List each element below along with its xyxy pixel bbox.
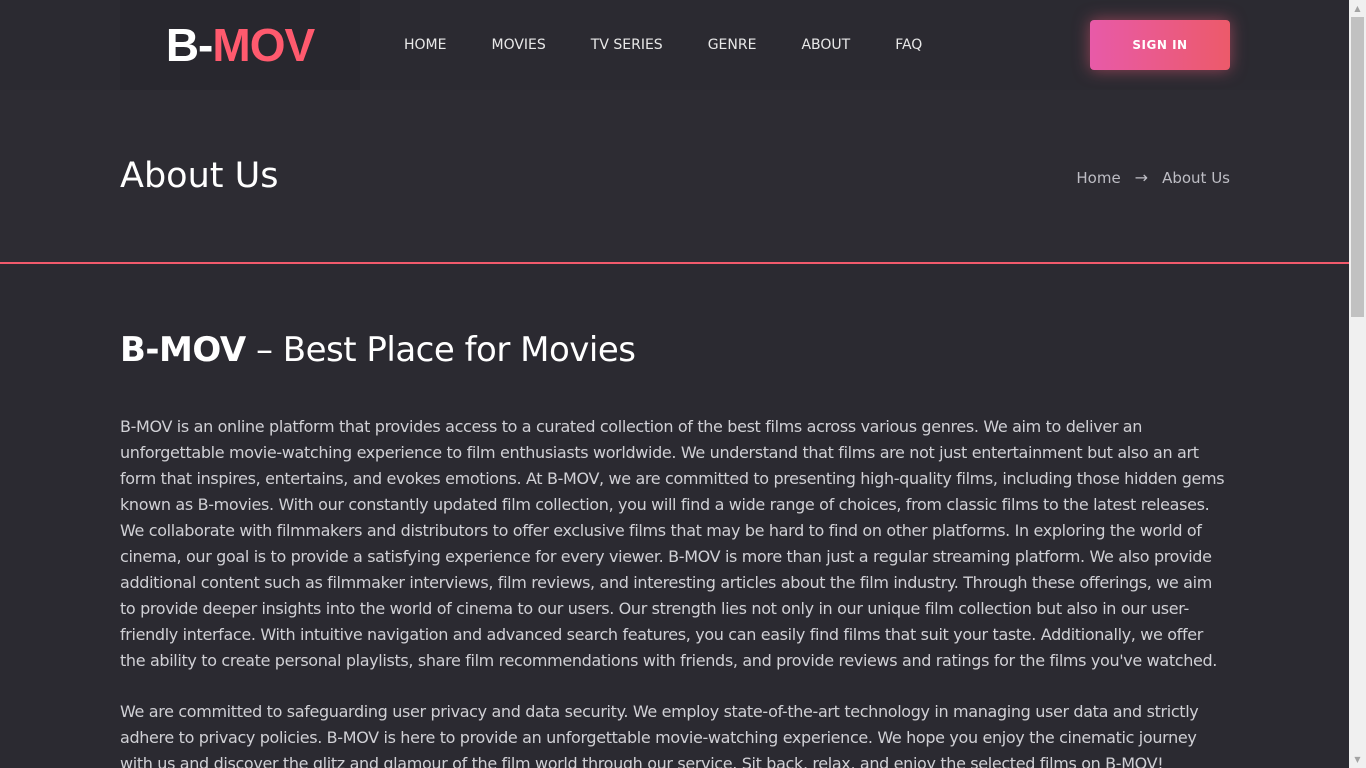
about-paragraph-1: B-MOV is an online platform that provide… [120, 417, 1225, 670]
scroll-down-icon[interactable]: ▼ [1349, 751, 1366, 768]
nav-movies[interactable]: MOVIES [491, 37, 545, 53]
sign-in-button[interactable]: SIGN IN [1090, 20, 1230, 70]
breadcrumb-home[interactable]: Home [1076, 169, 1120, 187]
content-headline: B-MOV – Best Place for Movies [120, 330, 1230, 370]
page-title: About Us [120, 156, 279, 196]
arrow-right-icon: → [1134, 168, 1149, 187]
logo-link[interactable]: B-MOV [120, 0, 360, 90]
nav-tv-series[interactable]: TV SERIES [591, 37, 663, 53]
brand-logo-part1: B- [165, 19, 214, 71]
nav-genre[interactable]: GENRE [708, 37, 757, 53]
headline-tagline: – Best Place for Movies [245, 330, 636, 370]
page-scrollbar[interactable]: ▲ ▼ [1349, 0, 1366, 768]
scroll-up-icon[interactable]: ▲ [1349, 0, 1366, 17]
nav-about[interactable]: ABOUT [801, 37, 850, 53]
brand-logo: B-MOV [165, 18, 315, 72]
headline-brand: B-MOV [120, 330, 246, 370]
nav-home[interactable]: HOME [404, 37, 446, 53]
about-paragraph-2: We are committed to safeguarding user pr… [120, 702, 1199, 768]
brand-logo-part2: MOV [212, 19, 315, 71]
main-nav: HOME MOVIES TV SERIES GENRE ABOUT FAQ [404, 0, 967, 90]
nav-faq[interactable]: FAQ [895, 37, 922, 53]
scrollbar-thumb[interactable] [1351, 17, 1364, 317]
breadcrumb: Home → About Us [1076, 168, 1230, 187]
breadcrumb-current: About Us [1162, 168, 1230, 187]
page-banner: About Us Home → About Us [0, 90, 1349, 264]
about-content: B-MOV – Best Place for Movies B-MOV is a… [120, 330, 1230, 768]
site-header: B-MOV HOME MOVIES TV SERIES GENRE ABOUT … [0, 0, 1349, 90]
